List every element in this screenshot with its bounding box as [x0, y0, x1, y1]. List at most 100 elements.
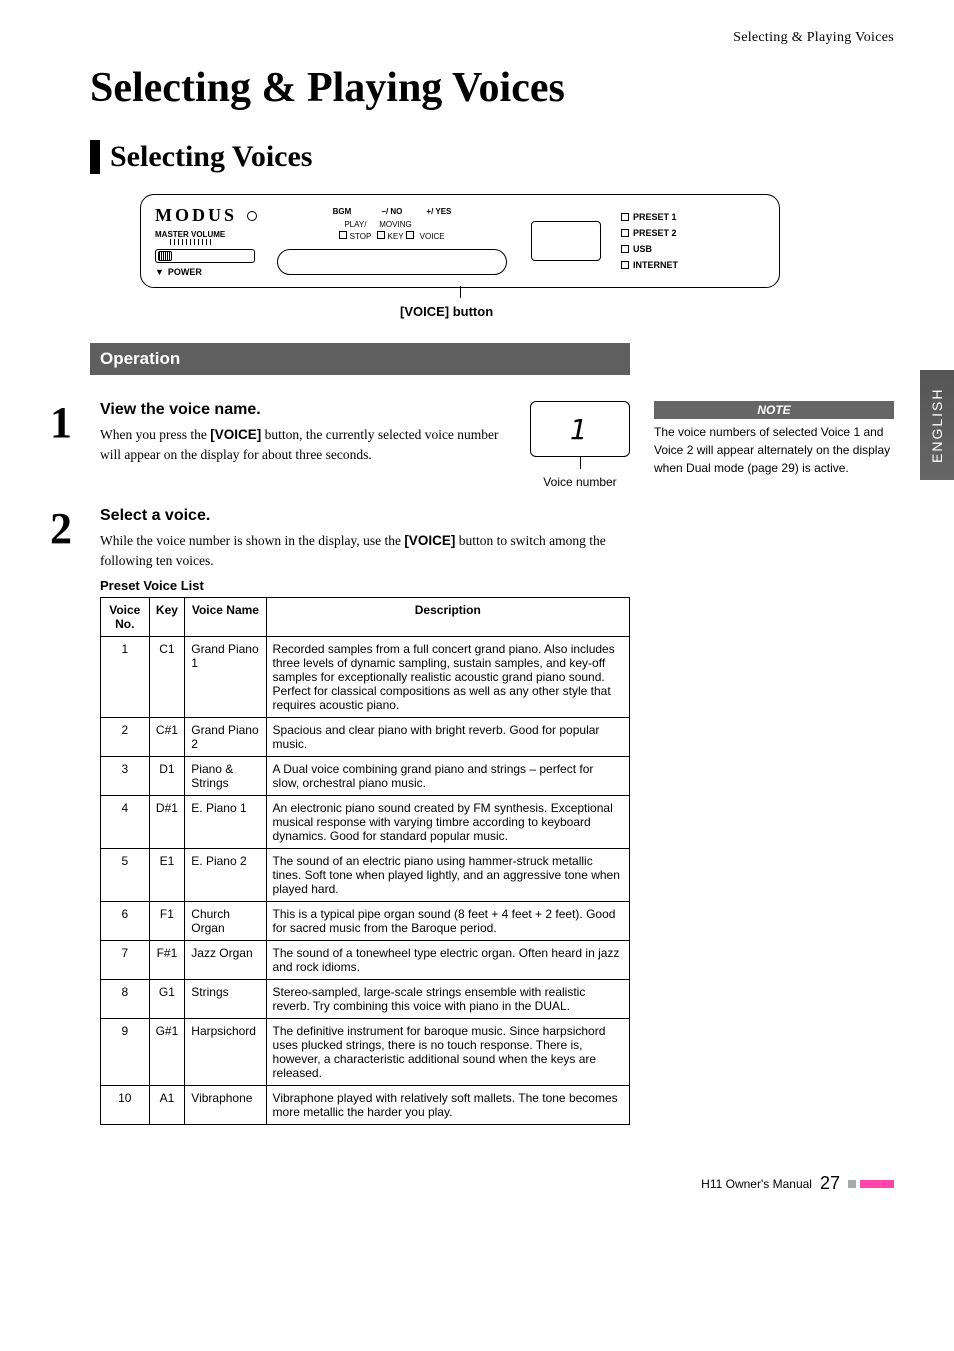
- power-triangle-icon: ▼: [155, 267, 164, 277]
- cell-voice-name: Vibraphone: [185, 1086, 266, 1125]
- stop-label: STOP: [350, 232, 372, 241]
- cell-description: An electronic piano sound created by FM …: [266, 796, 629, 849]
- cell-voice-name: Jazz Organ: [185, 941, 266, 980]
- power-text: POWER: [168, 267, 202, 277]
- panel-display-icon: [531, 221, 601, 261]
- volume-tick-icon: [170, 239, 211, 245]
- operation-heading: Operation: [90, 343, 630, 375]
- th-description: Description: [266, 598, 629, 637]
- cell-key: F#1: [149, 941, 185, 980]
- cell-key: D#1: [149, 796, 185, 849]
- step-1-text: When you press the [VOICE] button, the c…: [100, 425, 506, 464]
- step-2-title: Select a voice.: [100, 507, 630, 525]
- step-number: 1: [50, 401, 86, 489]
- page-footer: H11 Owner's Manual 27: [90, 1173, 894, 1194]
- cell-description: The sound of an electric piano using ham…: [266, 849, 629, 902]
- cell-key: E1: [149, 849, 185, 902]
- cell-description: Spacious and clear piano with bright rev…: [266, 718, 629, 757]
- port-box-icon: [621, 229, 629, 237]
- plus-yes-label: +/ YES: [426, 207, 451, 216]
- section-title: Selecting Voices: [110, 140, 313, 174]
- th-key: Key: [149, 598, 185, 637]
- internet-label: INTERNET: [633, 260, 678, 270]
- footer-page-number: 27: [820, 1173, 840, 1194]
- table-row: 5E1E. Piano 2The sound of an electric pi…: [101, 849, 630, 902]
- cell-voice-name: Strings: [185, 980, 266, 1019]
- table-row: 9G#1HarpsichordThe definitive instrument…: [101, 1019, 630, 1086]
- section-title-row: Selecting Voices: [90, 140, 894, 174]
- table-row: 8G1StringsStereo-sampled, large-scale st…: [101, 980, 630, 1019]
- key-box-icon: [377, 231, 385, 239]
- mini-display-value: 1: [570, 413, 591, 446]
- cell-key: D1: [149, 757, 185, 796]
- cell-key: C1: [149, 637, 185, 718]
- cell-key: A1: [149, 1086, 185, 1125]
- cell-voice-name: Piano & Strings: [185, 757, 266, 796]
- panel-right: PRESET 1 PRESET 2 USB INTERNET: [621, 212, 678, 270]
- preset2-label: PRESET 2: [633, 228, 677, 238]
- cell-key: G1: [149, 980, 185, 1019]
- language-tab: ENGLISH: [920, 370, 954, 480]
- voice-table-title: Preset Voice List: [100, 578, 630, 593]
- cell-voice-name: E. Piano 2: [185, 849, 266, 902]
- cell-voice-no: 8: [101, 980, 150, 1019]
- cell-voice-no: 9: [101, 1019, 150, 1086]
- note-text: The voice numbers of selected Voice 1 an…: [654, 423, 894, 477]
- volume-slider-icon: [155, 249, 255, 263]
- cell-description: The sound of a tonewheel type electric o…: [266, 941, 629, 980]
- cell-voice-no: 6: [101, 902, 150, 941]
- note-label: NOTE: [654, 401, 894, 419]
- control-panel-illustration: MODUS MASTER VOLUME ▼ POWER BGM: [140, 194, 894, 319]
- power-label: ▼ POWER: [155, 267, 257, 277]
- key-box-icon-2: [406, 231, 414, 239]
- panel-left: MODUS MASTER VOLUME ▼ POWER: [155, 205, 257, 277]
- cell-description: Vibraphone played with relatively soft m…: [266, 1086, 629, 1125]
- cell-voice-no: 2: [101, 718, 150, 757]
- cell-voice-no: 3: [101, 757, 150, 796]
- cell-description: A Dual voice combining grand piano and s…: [266, 757, 629, 796]
- main-button-bar-icon: [277, 249, 507, 275]
- voice-button-caption: [VOICE] button: [400, 304, 894, 319]
- cell-description: The definitive instrument for baroque mu…: [266, 1019, 629, 1086]
- th-voice-no: Voice No.: [101, 598, 150, 637]
- indicator-led-icon: [247, 211, 257, 221]
- mini-display-caption: Voice number: [530, 475, 630, 489]
- step-number: 2: [50, 507, 86, 1125]
- cell-voice-no: 5: [101, 849, 150, 902]
- cell-voice-no: 10: [101, 1086, 150, 1125]
- cell-voice-no: 7: [101, 941, 150, 980]
- minus-no-label: −/ NO: [381, 207, 402, 216]
- footer-manual: H11 Owner's Manual: [701, 1177, 812, 1191]
- step-2-text: While the voice number is shown in the d…: [100, 531, 630, 570]
- cell-description: Recorded samples from a full concert gra…: [266, 637, 629, 718]
- table-row: 7F#1Jazz OrganThe sound of a tonewheel t…: [101, 941, 630, 980]
- panel-mid: BGM −/ NO +/ YES PLAY/ STOP MOVING KEY V…: [277, 207, 507, 275]
- chapter-title: Selecting & Playing Voices: [90, 64, 894, 112]
- port-box-icon: [621, 245, 629, 253]
- cell-voice-name: Grand Piano 2: [185, 718, 266, 757]
- play-label: PLAY/: [344, 220, 366, 229]
- cell-key: C#1: [149, 718, 185, 757]
- key-label: KEY: [388, 232, 404, 241]
- cell-voice-no: 1: [101, 637, 150, 718]
- table-row: 6F1Church OrganThis is a typical pipe or…: [101, 902, 630, 941]
- cell-voice-no: 4: [101, 796, 150, 849]
- cell-voice-name: Harpsichord: [185, 1019, 266, 1086]
- cell-description: This is a typical pipe organ sound (8 fe…: [266, 902, 629, 941]
- master-volume-label: MASTER VOLUME: [155, 230, 225, 239]
- th-voice-name: Voice Name: [185, 598, 266, 637]
- table-row: 10A1VibraphoneVibraphone played with rel…: [101, 1086, 630, 1125]
- cell-key: G#1: [149, 1019, 185, 1086]
- step-2: 2 Select a voice. While the voice number…: [90, 507, 630, 1125]
- panel-logo: MODUS: [155, 205, 237, 226]
- port-box-icon: [621, 213, 629, 221]
- footer-deco-icon: [848, 1180, 894, 1188]
- mini-display-line-icon: [580, 457, 581, 469]
- cell-voice-name: E. Piano 1: [185, 796, 266, 849]
- mini-display: 1 Voice number: [530, 401, 630, 489]
- note-box: NOTE The voice numbers of selected Voice…: [654, 401, 894, 477]
- cell-description: Stereo-sampled, large-scale strings ense…: [266, 980, 629, 1019]
- table-row: 1C1Grand Piano 1Recorded samples from a …: [101, 637, 630, 718]
- voice-table: Voice No. Key Voice Name Description 1C1…: [100, 597, 630, 1125]
- step-1-title: View the voice name.: [100, 401, 506, 419]
